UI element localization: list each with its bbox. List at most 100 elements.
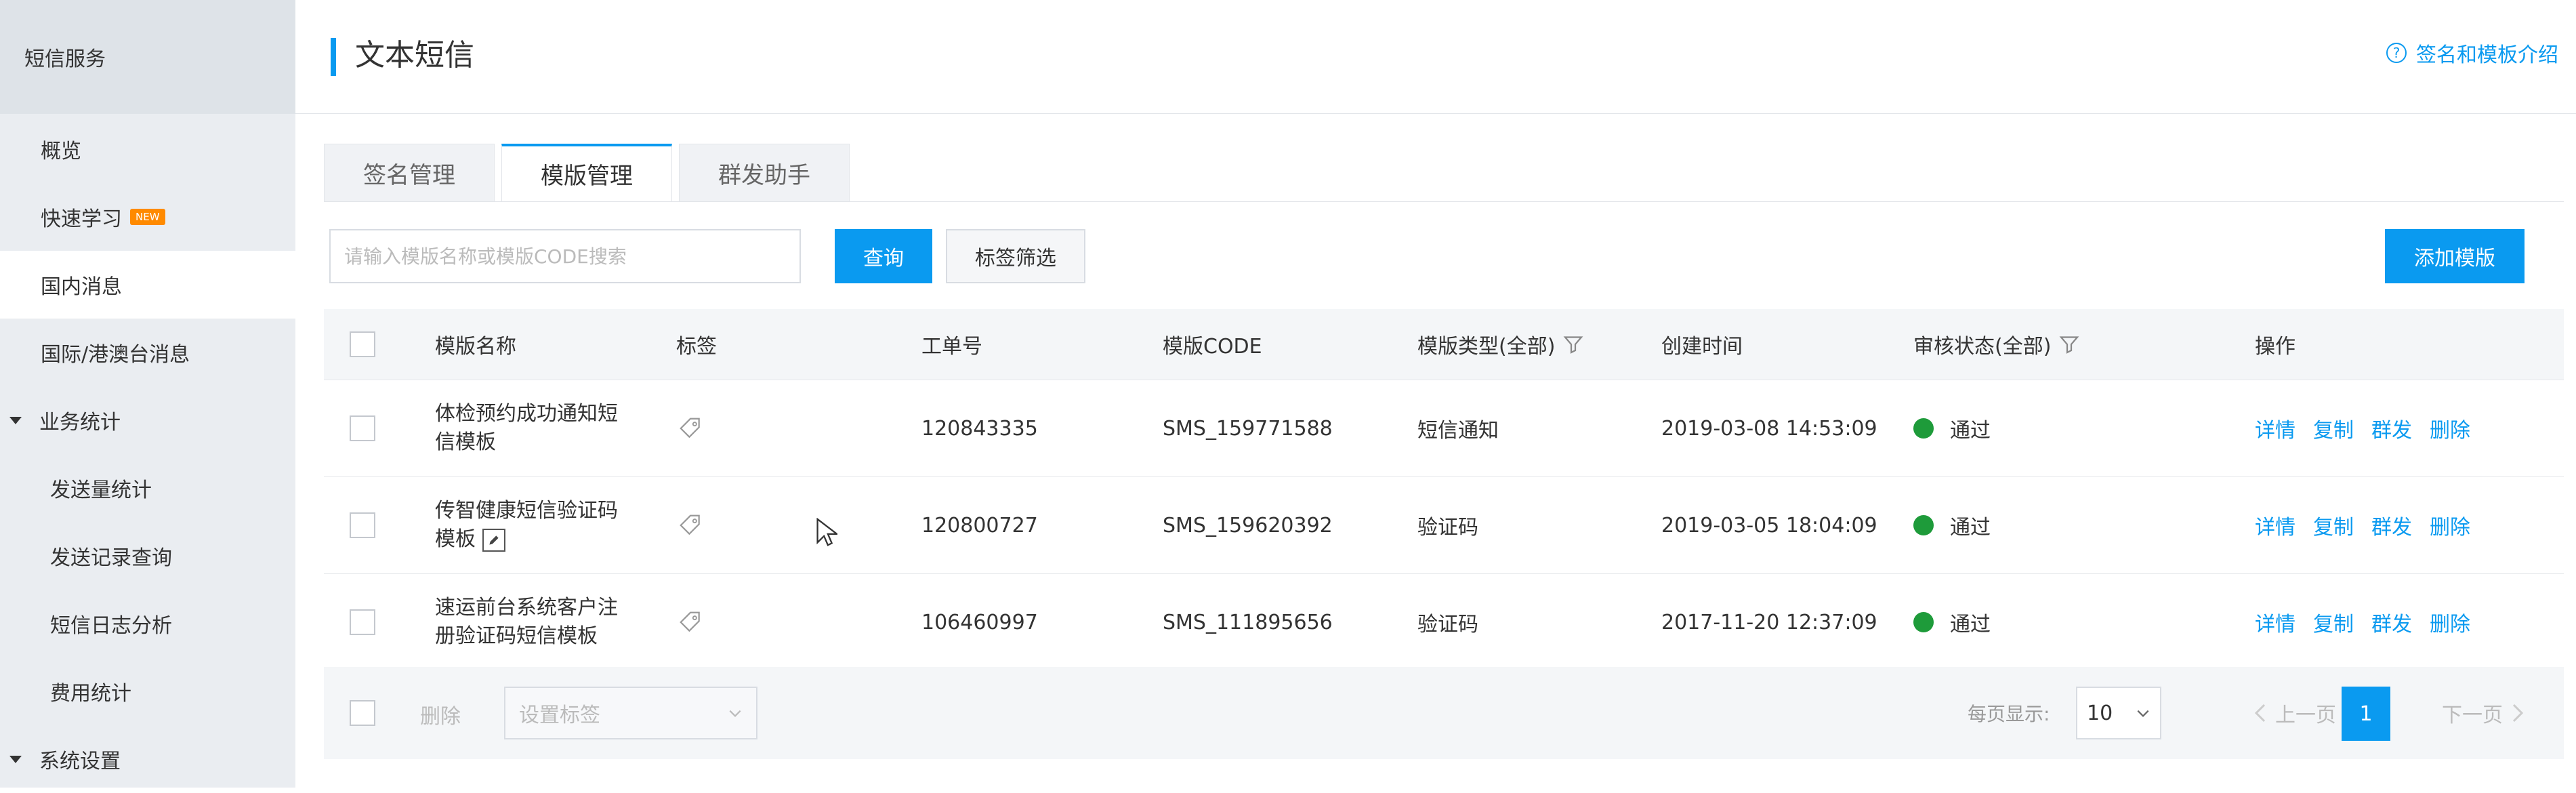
template-name-line1: 传智健康短信验证码 bbox=[435, 499, 618, 523]
edit-icon[interactable] bbox=[482, 528, 505, 552]
order-no: 106460997 bbox=[921, 610, 1038, 634]
table-footer: 删除 设置标签 每页显示: 10 上一页 1 下一页 bbox=[324, 667, 2564, 759]
copy-link[interactable]: 复制 bbox=[2313, 510, 2354, 540]
copy-link[interactable]: 复制 bbox=[2313, 413, 2354, 443]
row-checkbox[interactable] bbox=[350, 415, 375, 441]
template-name-line2: 信模板 bbox=[435, 430, 496, 454]
detail-link[interactable]: 详情 bbox=[2255, 413, 2295, 443]
col-order-no: 工单号 bbox=[921, 335, 982, 359]
template-name-line2: 模板 bbox=[435, 527, 476, 551]
search-input[interactable] bbox=[329, 229, 801, 283]
page-size-select[interactable]: 10 bbox=[2076, 687, 2161, 739]
title-accent-bar bbox=[331, 38, 336, 76]
sidebar-group-settings[interactable]: 系统设置 bbox=[0, 725, 295, 793]
sidebar-group-stats[interactable]: 业务统计 bbox=[0, 386, 295, 454]
bulk-send-link[interactable]: 群发 bbox=[2371, 413, 2412, 443]
row-checkbox[interactable] bbox=[350, 609, 375, 635]
table-row: 体检预约成功通知短 信模板 120843335 SMS_159771588 短信通… bbox=[324, 380, 2564, 477]
prev-page-button[interactable]: 上一页 bbox=[2252, 698, 2336, 728]
help-link[interactable]: ? 签名和模板介绍 bbox=[2386, 38, 2558, 68]
tag-cell bbox=[678, 574, 703, 670]
status-text: 通过 bbox=[1950, 613, 1991, 636]
sidebar-item-send-volume[interactable]: 发送量统计 bbox=[0, 454, 295, 522]
sidebar-item-label: 系统设置 bbox=[39, 750, 121, 773]
set-tag-select[interactable]: 设置标签 bbox=[504, 687, 757, 739]
sidebar-item-log-analysis[interactable]: 短信日志分析 bbox=[0, 590, 295, 657]
select-all-checkbox[interactable] bbox=[350, 331, 375, 357]
row-select-cell bbox=[350, 574, 375, 670]
status-dot-icon bbox=[1913, 515, 1934, 535]
sidebar-item-domestic[interactable]: 国内消息 bbox=[0, 251, 295, 319]
query-button[interactable]: 查询 bbox=[835, 229, 932, 283]
tab-divider bbox=[324, 201, 2564, 202]
col-created: 创建时间 bbox=[1661, 335, 1743, 359]
actions-cell: 详情 复制 群发 删除 bbox=[2255, 477, 2488, 573]
tag-icon[interactable] bbox=[678, 609, 703, 635]
status-dot-icon bbox=[1913, 418, 1934, 439]
page-header: 文本短信 ? 签名和模板介绍 bbox=[295, 0, 2576, 114]
status-cell: 通过 bbox=[1913, 477, 1991, 573]
table-row: 传智健康短信验证码 模板 120800727 SMS_159620392 验证码 … bbox=[324, 477, 2564, 574]
created-time: 2017-11-20 12:37:09 bbox=[1661, 610, 1877, 634]
status-text: 通过 bbox=[1950, 516, 1991, 540]
footer-select-all-checkbox[interactable] bbox=[350, 700, 375, 726]
col-status-label: 审核状态(全部) bbox=[1913, 335, 2052, 359]
tab-signature[interactable]: 签名管理 bbox=[324, 144, 495, 202]
bulk-delete-button[interactable]: 删除 bbox=[420, 699, 461, 729]
sidebar-item-label: 费用统计 bbox=[50, 682, 131, 706]
tab-bar: 签名管理 模版管理 群发助手 bbox=[324, 144, 856, 202]
col-type-label: 模版类型(全部) bbox=[1417, 335, 1556, 359]
order-no: 120843335 bbox=[921, 416, 1038, 441]
chevron-left-icon bbox=[2254, 704, 2266, 723]
template-code: SMS_159771588 bbox=[1163, 416, 1333, 441]
new-badge: NEW bbox=[130, 209, 165, 225]
template-table: 模版名称 标签 工单号 模版CODE 模版类型(全部) 创建时间 审核状态(全部… bbox=[324, 309, 2564, 671]
col-actions: 操作 bbox=[2255, 335, 2295, 359]
delete-link[interactable]: 删除 bbox=[2430, 510, 2470, 540]
delete-link[interactable]: 删除 bbox=[2430, 607, 2470, 637]
col-status[interactable]: 审核状态(全部) bbox=[1913, 309, 2079, 380]
tag-icon[interactable] bbox=[678, 512, 703, 538]
select-all-cell bbox=[350, 309, 375, 380]
col-type[interactable]: 模版类型(全部) bbox=[1417, 309, 1583, 380]
sidebar-item-label: 概览 bbox=[41, 140, 81, 163]
page-title: 文本短信 bbox=[355, 38, 474, 73]
sidebar-item-label: 快速学习 bbox=[41, 207, 122, 231]
filter-icon[interactable] bbox=[1563, 334, 1583, 354]
tag-filter-button[interactable]: 标签筛选 bbox=[946, 229, 1085, 283]
bulk-send-link[interactable]: 群发 bbox=[2371, 510, 2412, 540]
tab-bulk-send[interactable]: 群发助手 bbox=[679, 144, 850, 202]
template-code: SMS_111895656 bbox=[1163, 610, 1333, 634]
sidebar-item-cost-stats[interactable]: 费用统计 bbox=[0, 657, 295, 725]
detail-link[interactable]: 详情 bbox=[2255, 510, 2295, 540]
tag-icon[interactable] bbox=[678, 415, 703, 441]
status-text: 通过 bbox=[1950, 419, 1991, 443]
page-size-value: 10 bbox=[2087, 701, 2113, 725]
sidebar-item-label: 发送记录查询 bbox=[50, 546, 172, 570]
sidebar-item-quick-learn[interactable]: 快速学习 NEW bbox=[0, 183, 295, 251]
copy-link[interactable]: 复制 bbox=[2313, 607, 2354, 637]
delete-link[interactable]: 删除 bbox=[2430, 413, 2470, 443]
detail-link[interactable]: 详情 bbox=[2255, 607, 2295, 637]
sidebar-item-send-records[interactable]: 发送记录查询 bbox=[0, 522, 295, 590]
sidebar-item-label: 发送量统计 bbox=[50, 479, 152, 502]
table-header: 模版名称 标签 工单号 模版CODE 模版类型(全部) 创建时间 审核状态(全部… bbox=[324, 309, 2564, 380]
chevron-right-icon bbox=[2512, 704, 2524, 723]
status-cell: 通过 bbox=[1913, 574, 1991, 670]
page-number-current[interactable]: 1 bbox=[2342, 687, 2390, 741]
next-page-button[interactable]: 下一页 bbox=[2442, 698, 2526, 728]
row-checkbox[interactable] bbox=[350, 512, 375, 538]
add-template-button[interactable]: 添加模版 bbox=[2385, 229, 2525, 283]
sidebar-item-overview[interactable]: 概览 bbox=[0, 115, 295, 183]
tab-template[interactable]: 模版管理 bbox=[501, 144, 672, 202]
next-page-label: 下一页 bbox=[2442, 704, 2503, 727]
row-select-cell bbox=[350, 477, 375, 573]
template-name-line1: 速运前台系统客户注 bbox=[435, 596, 618, 619]
template-name: 速运前台系统客户注 册验证码短信模板 bbox=[435, 574, 618, 670]
sidebar-item-international[interactable]: 国际/港澳台消息 bbox=[0, 319, 295, 386]
bulk-send-link[interactable]: 群发 bbox=[2371, 607, 2412, 637]
created-time: 2019-03-05 18:04:09 bbox=[1661, 513, 1877, 537]
template-name-line2: 册验证码短信模板 bbox=[435, 624, 598, 648]
template-type: 验证码 bbox=[1417, 613, 1478, 636]
filter-icon[interactable] bbox=[2059, 334, 2079, 354]
